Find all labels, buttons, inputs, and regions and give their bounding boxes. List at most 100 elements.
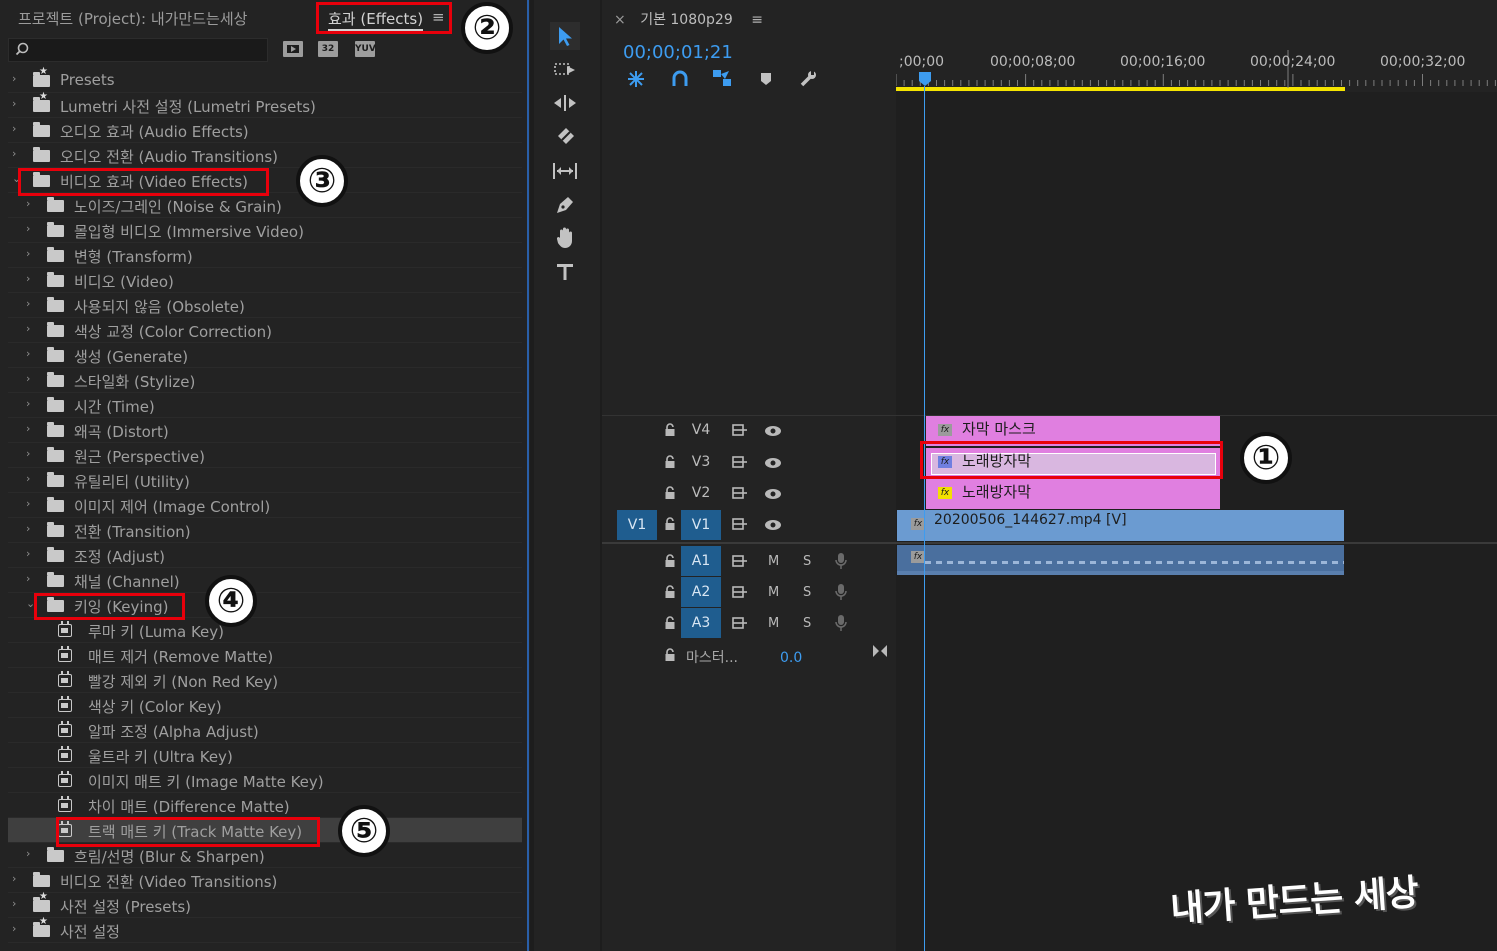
chevron-right-icon[interactable]: ›: [26, 473, 36, 485]
playhead-handle[interactable]: [919, 72, 931, 86]
track-select-tool-icon[interactable]: [550, 56, 580, 84]
effect-folder[interactable]: › 원근 (Perspective): [8, 443, 522, 468]
effect-item[interactable]: 루마 키 (Luma Key): [8, 618, 522, 643]
chevron-right-icon[interactable]: ›: [12, 923, 22, 935]
track-target[interactable]: V4: [681, 422, 721, 438]
hand-tool-icon[interactable]: [550, 224, 580, 252]
lock-icon[interactable]: [664, 517, 676, 535]
wrench-icon[interactable]: [798, 69, 818, 93]
chevron-right-icon[interactable]: ›: [26, 398, 36, 410]
effect-folder[interactable]: › 오디오 전환 (Audio Transitions): [8, 143, 522, 168]
razor-tool-icon[interactable]: [550, 123, 580, 151]
sync-lock-icon[interactable]: [732, 586, 748, 602]
clip-a1-audio[interactable]: fx: [897, 545, 1344, 575]
effect-folder[interactable]: › 오디오 효과 (Audio Effects): [8, 118, 522, 143]
chevron-right-icon[interactable]: ›: [26, 248, 36, 260]
solo-button[interactable]: S: [803, 554, 811, 569]
selection-tool-icon[interactable]: [550, 22, 580, 50]
ripple-edit-tool-icon[interactable]: [550, 89, 580, 117]
sequence-menu-icon[interactable]: ≡: [751, 12, 763, 28]
source-patch[interactable]: V1: [617, 510, 657, 540]
eye-icon[interactable]: [764, 457, 782, 473]
chevron-right-icon[interactable]: ›: [26, 498, 36, 510]
video-track-header-v1[interactable]: V1 V1: [602, 510, 896, 540]
32bit-effects-icon[interactable]: 32: [318, 41, 338, 57]
slip-tool-icon[interactable]: [550, 157, 580, 185]
chevron-right-icon[interactable]: ›: [26, 223, 36, 235]
chevron-right-icon[interactable]: ›: [26, 423, 36, 435]
solo-button[interactable]: S: [803, 616, 811, 631]
solo-button[interactable]: S: [803, 585, 811, 600]
sync-lock-icon[interactable]: [732, 518, 748, 534]
sync-lock-icon[interactable]: [732, 617, 748, 633]
tab-project[interactable]: 프로젝트 (Project): 내가만드는세상: [18, 8, 247, 29]
sync-lock-icon[interactable]: [732, 555, 748, 571]
effect-folder[interactable]: › 이미지 제어 (Image Control): [8, 493, 522, 518]
effect-folder[interactable]: › Lumetri 사전 설정 (Lumetri Presets): [8, 91, 522, 118]
mute-button[interactable]: M: [768, 585, 779, 600]
microphone-icon[interactable]: [835, 614, 847, 636]
mute-button[interactable]: M: [768, 554, 779, 569]
chevron-right-icon[interactable]: ›: [12, 148, 22, 160]
lock-icon[interactable]: [664, 616, 676, 634]
effect-folder[interactable]: › 색상 교정 (Color Correction): [8, 318, 522, 343]
video-track-header-v2[interactable]: V2: [602, 479, 896, 509]
audio-track-header-a2[interactable]: A2 M S: [602, 577, 896, 607]
chevron-right-icon[interactable]: ›: [12, 123, 22, 135]
microphone-icon[interactable]: [835, 552, 847, 574]
playhead-timecode[interactable]: 00;00;01;21: [623, 42, 733, 63]
chevron-right-icon[interactable]: ›: [12, 873, 22, 885]
chevron-right-icon[interactable]: ›: [26, 548, 36, 560]
eye-icon[interactable]: [764, 519, 782, 535]
effect-folder[interactable]: › 채널 (Channel): [8, 568, 522, 593]
track-target[interactable]: A1: [681, 546, 721, 576]
yuv-effects-icon[interactable]: YUV: [355, 41, 376, 57]
clip-v2-karaoke-subtitle[interactable]: fx 노래방자막: [926, 479, 1220, 509]
accelerated-effects-icon[interactable]: [283, 41, 303, 57]
master-track-header[interactable]: 마스터... 0.0: [602, 640, 896, 670]
video-track-header-v4[interactable]: V4: [602, 416, 896, 446]
effect-folder[interactable]: › 변형 (Transform): [8, 243, 522, 268]
effect-item[interactable]: 매트 제거 (Remove Matte): [8, 643, 522, 668]
lock-icon[interactable]: [664, 486, 676, 504]
effect-item[interactable]: 빨강 제외 키 (Non Red Key): [8, 668, 522, 693]
chevron-right-icon[interactable]: ›: [12, 898, 22, 910]
linked-selection-icon[interactable]: [712, 69, 732, 91]
effect-folder[interactable]: › 비디오 (Video): [8, 268, 522, 293]
effect-folder[interactable]: › 왜곡 (Distort): [8, 418, 522, 443]
effect-item[interactable]: 울트라 키 (Ultra Key): [8, 743, 522, 768]
effect-folder[interactable]: › 비디오 전환 (Video Transitions): [8, 868, 522, 893]
lock-icon[interactable]: [664, 554, 676, 572]
nest-sequence-icon[interactable]: [626, 70, 646, 92]
audio-track-header-a1[interactable]: A1 M S: [602, 546, 896, 576]
snap-icon[interactable]: [671, 70, 689, 92]
lock-icon[interactable]: [664, 648, 676, 666]
audio-track-header-a3[interactable]: A3 M S: [602, 608, 896, 638]
effect-folder[interactable]: › 몰입형 비디오 (Immersive Video): [8, 218, 522, 243]
track-target[interactable]: V2: [681, 485, 721, 501]
lock-icon[interactable]: [664, 455, 676, 473]
effect-folder[interactable]: › 조정 (Adjust): [8, 543, 522, 568]
sync-lock-icon[interactable]: [732, 456, 748, 472]
video-track-header-v3[interactable]: V3: [602, 448, 896, 478]
chevron-right-icon[interactable]: ›: [26, 348, 36, 360]
track-target[interactable]: A2: [681, 577, 721, 607]
effect-item[interactable]: 알파 조정 (Alpha Adjust): [8, 718, 522, 743]
effect-folder[interactable]: › 사용되지 않음 (Obsolete): [8, 293, 522, 318]
effect-folder[interactable]: › 스타일화 (Stylize): [8, 368, 522, 393]
go-to-in-out-icon[interactable]: [872, 644, 888, 662]
effect-folder[interactable]: › 유틸리티 (Utility): [8, 468, 522, 493]
effect-folder[interactable]: › 사전 설정: [8, 916, 522, 943]
add-marker-icon[interactable]: [759, 71, 773, 91]
chevron-right-icon[interactable]: ›: [26, 273, 36, 285]
effect-folder[interactable]: › 노이즈/그레인 (Noise & Grain): [8, 193, 522, 218]
effect-folder[interactable]: › 생성 (Generate): [8, 343, 522, 368]
eye-icon[interactable]: [764, 425, 782, 441]
clip-v1-video[interactable]: fx 20200506_144627.mp4 [V]: [897, 510, 1344, 541]
track-target[interactable]: V1: [681, 510, 721, 540]
track-target[interactable]: A3: [681, 608, 721, 638]
mute-button[interactable]: M: [768, 616, 779, 631]
chevron-right-icon[interactable]: ›: [26, 523, 36, 535]
chevron-right-icon[interactable]: ›: [26, 848, 36, 860]
sequence-tab[interactable]: × 기본 1080p29 ≡: [614, 9, 763, 29]
